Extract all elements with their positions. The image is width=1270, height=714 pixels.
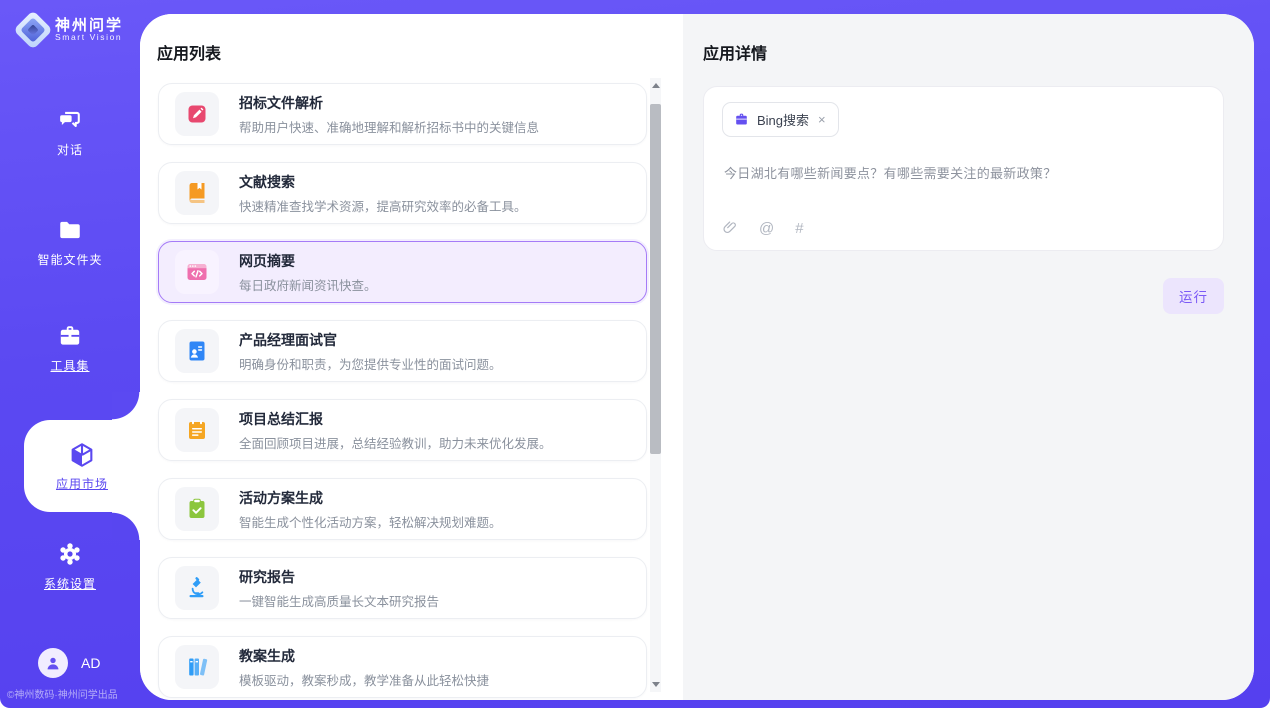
app-card-research-report[interactable]: 研究报告 一键智能生成高质量长文本研究报告 bbox=[158, 557, 647, 619]
brand: 神州问学 Smart Vision bbox=[18, 15, 123, 45]
app-card-list: 招标文件解析 帮助用户快速、准确地理解和解析招标书中的关键信息 文献搜索 快速精… bbox=[158, 83, 647, 698]
sidebar-item-settings[interactable]: 系统设置 bbox=[0, 540, 140, 592]
folder-icon bbox=[56, 216, 84, 244]
sidebar-item-label: 智能文件夹 bbox=[37, 251, 102, 268]
app-list-title: 应用列表 bbox=[157, 40, 221, 64]
sidebar: 神州问学 Smart Vision 对话 智能文件夹 工具集 应用市场 系统设置 bbox=[0, 0, 140, 708]
app-card-tender-analysis[interactable]: 招标文件解析 帮助用户快速、准确地理解和解析招标书中的关键信息 bbox=[158, 83, 647, 145]
scroll-up-icon[interactable] bbox=[652, 83, 660, 88]
app-card-desc: 每日政府新闻资讯快查。 bbox=[239, 275, 377, 294]
browser-code-icon bbox=[175, 250, 219, 294]
sidebar-item-market[interactable]: 应用市场 bbox=[24, 420, 140, 512]
toolbox-icon bbox=[56, 322, 84, 350]
brand-logo-icon bbox=[18, 15, 48, 45]
app-card-literature-search[interactable]: 文献搜索 快速精准查找学术资源，提高研究效率的必备工具。 bbox=[158, 162, 647, 224]
app-card-desc: 帮助用户快速、准确地理解和解析招标书中的关键信息 bbox=[239, 117, 539, 136]
tool-tag-bing-search[interactable]: Bing搜索 × bbox=[722, 102, 839, 137]
tool-tag-label: Bing搜索 bbox=[757, 110, 809, 129]
tab-fillet-top bbox=[112, 392, 140, 420]
book-icon bbox=[175, 171, 219, 215]
app-card-event-plan[interactable]: 活动方案生成 智能生成个性化活动方案，轻松解决规划难题。 bbox=[158, 478, 647, 540]
avatar bbox=[38, 648, 68, 678]
sidebar-item-label: 工具集 bbox=[50, 357, 89, 374]
tab-fillet-bottom bbox=[112, 512, 140, 540]
app-card-title: 活动方案生成 bbox=[239, 488, 502, 508]
brand-subtitle: Smart Vision bbox=[55, 33, 123, 42]
scrollbar[interactable] bbox=[650, 78, 661, 692]
briefcase-icon bbox=[734, 112, 749, 127]
app-frame: 神州问学 Smart Vision 对话 智能文件夹 工具集 应用市场 系统设置 bbox=[0, 0, 1270, 708]
microscope-icon bbox=[175, 566, 219, 610]
close-icon[interactable]: × bbox=[817, 113, 827, 126]
cube-icon bbox=[68, 441, 96, 469]
app-card-title: 产品经理面试官 bbox=[239, 330, 502, 350]
query-text[interactable]: 今日湖北有哪些新闻要点？有哪些需要关注的最新政策？ bbox=[724, 163, 1205, 182]
composer-toolbar: @ # bbox=[722, 220, 1205, 236]
app-card-title: 项目总结汇报 bbox=[239, 409, 552, 429]
at-icon[interactable]: @ bbox=[759, 221, 774, 236]
app-card-title: 文献搜索 bbox=[239, 172, 527, 192]
app-card-desc: 一键智能生成高质量长文本研究报告 bbox=[239, 591, 439, 610]
app-card-lesson-plan[interactable]: 教案生成 模板驱动，教案秒成，教学准备从此轻松快捷 bbox=[158, 636, 647, 698]
run-row: 运行 bbox=[703, 278, 1224, 314]
clipboard-check-icon bbox=[175, 487, 219, 531]
sidebar-item-toolset[interactable]: 工具集 bbox=[0, 322, 140, 374]
sidebar-item-label: 系统设置 bbox=[44, 575, 96, 592]
gear-icon bbox=[56, 540, 84, 568]
user-name: AD bbox=[81, 655, 100, 671]
app-card-title: 教案生成 bbox=[239, 646, 489, 666]
sidebar-item-label: 应用市场 bbox=[56, 475, 108, 492]
notepad-icon bbox=[175, 408, 219, 452]
app-list-panel: 应用列表 招标文件解析 帮助用户快速、准确地理解和解析招标书中的关键信息 文献搜… bbox=[140, 14, 683, 700]
app-detail-panel: 应用详情 Bing搜索 × 今日湖北有哪些新闻要点？有哪些需要关注的最新政策？ bbox=[683, 14, 1254, 700]
copyright-text: ©神州数码·神州问学出品 bbox=[7, 686, 118, 701]
pen-square-icon bbox=[175, 92, 219, 136]
main-window: 应用列表 招标文件解析 帮助用户快速、准确地理解和解析招标书中的关键信息 文献搜… bbox=[140, 14, 1254, 700]
user-account[interactable]: AD bbox=[38, 648, 100, 678]
app-card-desc: 智能生成个性化活动方案，轻松解决规划难题。 bbox=[239, 512, 502, 531]
app-card-project-summary[interactable]: 项目总结汇报 全面回顾项目进展，总结经验教训，助力未来优化发展。 bbox=[158, 399, 647, 461]
app-root: 神州问学 Smart Vision 对话 智能文件夹 工具集 应用市场 系统设置 bbox=[0, 0, 1270, 714]
brand-name: 神州问学 bbox=[55, 18, 123, 34]
sidebar-item-chat[interactable]: 对话 bbox=[0, 106, 140, 158]
books-icon bbox=[175, 645, 219, 689]
person-icon bbox=[44, 654, 62, 672]
app-card-title: 网页摘要 bbox=[239, 251, 377, 271]
scrollbar-thumb[interactable] bbox=[650, 104, 661, 454]
app-card-pm-interviewer[interactable]: 产品经理面试官 明确身份和职责，为您提供专业性的面试问题。 bbox=[158, 320, 647, 382]
app-card-desc: 全面回顾项目进展，总结经验教训，助力未来优化发展。 bbox=[239, 433, 552, 452]
app-card-desc: 快速精准查找学术资源，提高研究效率的必备工具。 bbox=[239, 196, 527, 215]
app-card-web-summary[interactable]: 网页摘要 每日政府新闻资讯快查。 bbox=[158, 241, 647, 303]
sidebar-item-label: 对话 bbox=[57, 141, 83, 158]
app-detail-title: 应用详情 bbox=[703, 40, 1224, 64]
app-card-desc: 明确身份和职责，为您提供专业性的面试问题。 bbox=[239, 354, 502, 373]
interview-doc-icon bbox=[175, 329, 219, 373]
composer-card: Bing搜索 × 今日湖北有哪些新闻要点？有哪些需要关注的最新政策？ @ # bbox=[703, 86, 1224, 251]
sidebar-item-folder[interactable]: 智能文件夹 bbox=[0, 216, 140, 268]
app-card-desc: 模板驱动，教案秒成，教学准备从此轻松快捷 bbox=[239, 670, 489, 689]
scroll-down-icon[interactable] bbox=[652, 682, 660, 687]
chat-icon bbox=[56, 106, 84, 134]
app-card-title: 招标文件解析 bbox=[239, 93, 539, 113]
hash-icon[interactable]: # bbox=[795, 221, 803, 236]
run-button[interactable]: 运行 bbox=[1163, 278, 1224, 314]
app-card-title: 研究报告 bbox=[239, 567, 439, 587]
paperclip-icon[interactable] bbox=[722, 220, 738, 236]
